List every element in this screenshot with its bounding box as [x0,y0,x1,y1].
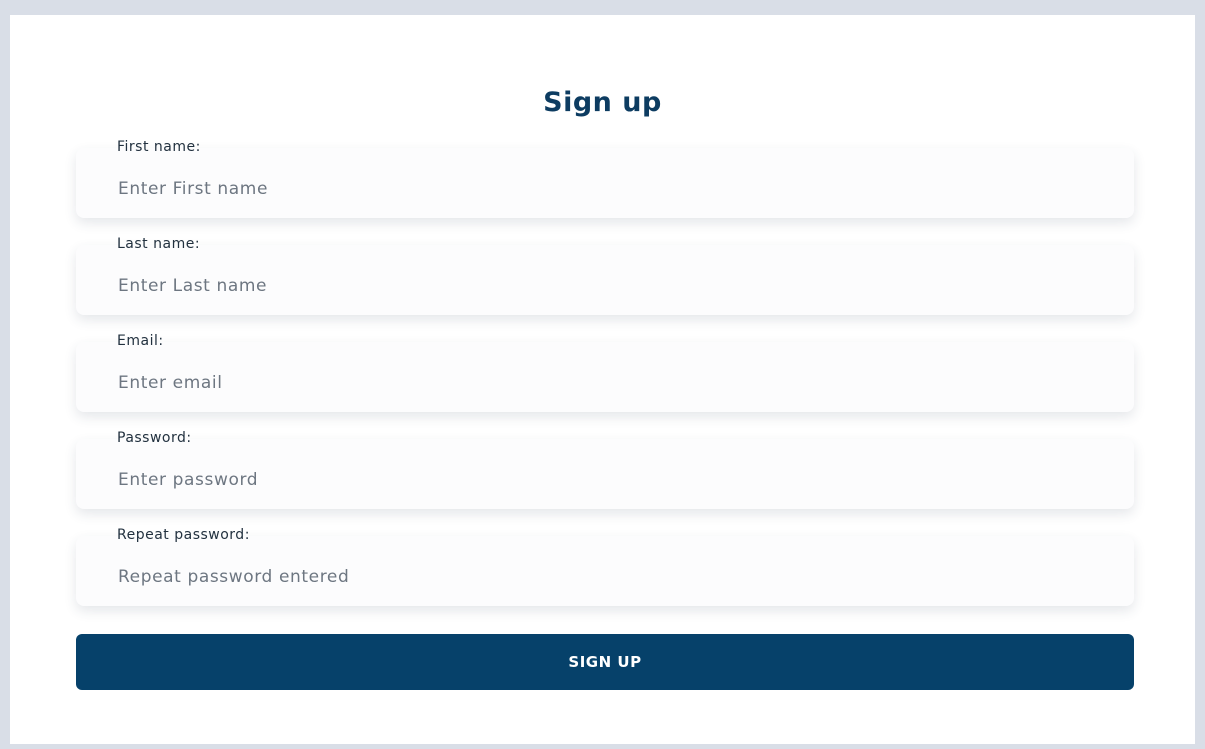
repeat-password-label: Repeat password: [117,527,250,543]
last-name-label: Last name: [117,236,201,252]
repeat-password-input[interactable] [76,536,1134,606]
email-input[interactable] [76,342,1134,412]
signup-card: Sign up First name: Last name: Email: Pa… [10,15,1195,744]
page-title: Sign up [543,87,662,118]
first-name-input[interactable] [76,148,1134,218]
sign-up-button[interactable]: SIGN UP [76,634,1134,690]
first-name-label: First name: [117,139,201,155]
email-label: Email: [117,333,164,349]
last-name-input[interactable] [76,245,1134,315]
password-label: Password: [117,430,192,446]
password-input[interactable] [76,439,1134,509]
